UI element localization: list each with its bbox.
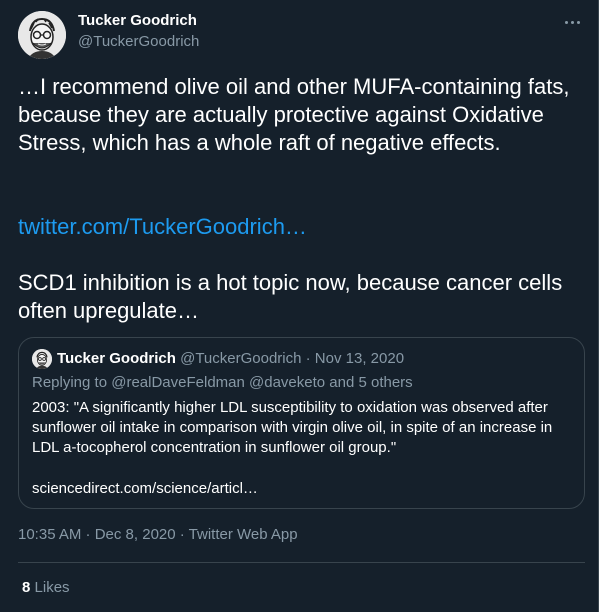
quoted-tweet[interactable]: Tucker Goodrich @TuckerGoodrich · Nov 13… (18, 337, 585, 509)
tweet-link[interactable]: twitter.com/TuckerGoodrich… (18, 213, 307, 241)
replying-to-prefix: Replying to (32, 374, 112, 391)
more-horizontal-icon (564, 20, 568, 24)
quoted-replying-to: Replying to @realDaveFeldman @daveketo a… (32, 374, 413, 391)
tweet-card: Tucker Goodrich @TuckerGoodrich …I recom… (0, 0, 599, 612)
quoted-author-name: Tucker Goodrich (57, 350, 176, 367)
quoted-meta: @TuckerGoodrich · Nov 13, 2020 (180, 350, 405, 367)
tweet-text: …I recommend olive oil and other MUFA-co… (18, 73, 578, 157)
divider (18, 562, 585, 563)
likes-count: 8 (22, 579, 31, 596)
more-options-button[interactable] (562, 12, 582, 32)
tweet-timestamp-line: 10:35 AM · Dec 8, 2020 · Twitter Web App (18, 526, 298, 543)
avatar-sketch-icon (18, 11, 66, 59)
replying-to-mentions: @realDaveFeldman @daveketo (111, 374, 326, 391)
author-handle[interactable]: @TuckerGoodrich (78, 33, 199, 50)
author-avatar[interactable] (18, 11, 66, 59)
quoted-header: Tucker Goodrich @TuckerGoodrich · Nov 13… (57, 350, 404, 367)
likes-label: Likes (34, 579, 70, 596)
quoted-text: 2003: "A significantly higher LDL suscep… (32, 399, 553, 456)
avatar-sketch-icon (32, 349, 52, 369)
more-dot (570, 20, 574, 24)
author-name[interactable]: Tucker Goodrich (78, 12, 197, 29)
tweet-paragraph-2: SCD1 inhibition is a hot topic now, beca… (18, 270, 563, 323)
more-dot (576, 20, 580, 24)
quoted-link: sciencedirect.com/science/articl… (32, 480, 258, 497)
quoted-author-avatar (32, 349, 52, 369)
tweet-timestamp[interactable]: 10:35 AM · Dec 8, 2020 · (18, 526, 189, 543)
tweet-source-app[interactable]: Twitter Web App (189, 526, 298, 543)
replying-to-suffix: and 5 others (325, 374, 413, 391)
tweet-paragraph-1: …I recommend olive oil and other MUFA-co… (18, 74, 570, 155)
likes-link[interactable]: 8 Likes (22, 579, 70, 596)
